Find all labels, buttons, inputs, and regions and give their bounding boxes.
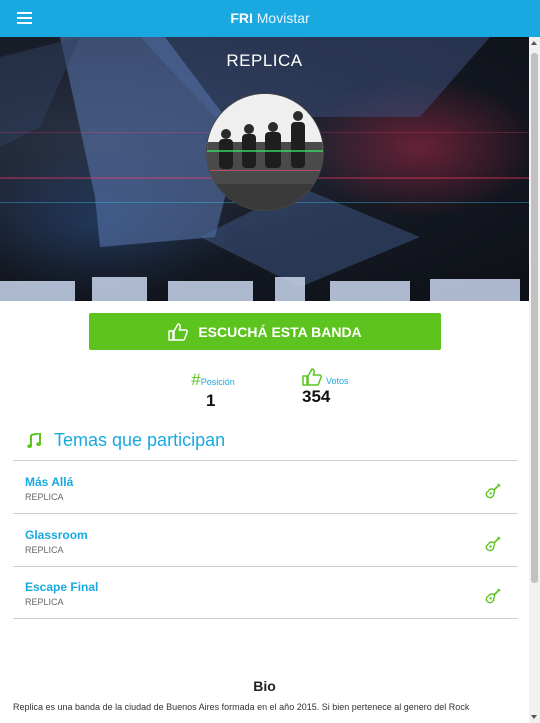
scroll-up-arrow-icon[interactable] xyxy=(531,41,537,45)
track-item[interactable]: Más Allá REPLICA xyxy=(13,462,518,514)
band-name: REPLICA xyxy=(226,51,303,70)
music-note-icon xyxy=(27,432,41,448)
band-hero-banner: REPLICA xyxy=(0,37,529,301)
track-name: Más Allá xyxy=(25,475,74,489)
top-bar: FRI Movistar xyxy=(0,0,540,37)
brand-thin: Movistar xyxy=(256,10,310,26)
scroll-down-arrow-icon[interactable] xyxy=(531,715,537,719)
guitar-icon[interactable] xyxy=(485,483,501,499)
votes-stat: Votos 354 xyxy=(302,368,358,407)
divider xyxy=(13,460,518,461)
brand-bold: FRI xyxy=(230,10,253,26)
position-stat: #Posición 1 xyxy=(186,370,240,411)
bio-text: Replica es una banda de la ciudad de Bue… xyxy=(13,702,470,712)
listen-band-button[interactable]: ESCUCHÁ ESTA BANDA xyxy=(89,313,441,350)
guitar-icon[interactable] xyxy=(485,536,501,552)
votes-label: Votos xyxy=(326,376,349,386)
guitar-icon[interactable] xyxy=(485,588,501,604)
divider xyxy=(13,618,518,619)
position-value: 1 xyxy=(206,391,216,410)
votes-value: 354 xyxy=(302,387,331,406)
brand-logo[interactable]: FRI Movistar xyxy=(0,10,540,26)
thumbs-up-icon xyxy=(302,368,322,386)
tracks-section-label: Temas que participan xyxy=(54,430,226,450)
track-artist: REPLICA xyxy=(25,597,64,607)
track-name: Glassroom xyxy=(25,528,88,542)
tracks-section-title: Temas que participan xyxy=(27,430,225,451)
track-item[interactable]: Glassroom REPLICA xyxy=(13,515,518,567)
scrollbar-thumb[interactable] xyxy=(531,53,538,583)
track-item[interactable]: Escape Final REPLICA xyxy=(13,567,518,619)
thumbs-up-icon xyxy=(168,322,189,341)
divider xyxy=(13,513,518,514)
track-artist: REPLICA xyxy=(25,492,64,502)
bio-title: Bio xyxy=(253,678,276,694)
listen-band-label: ESCUCHÁ ESTA BANDA xyxy=(198,323,362,340)
track-name: Escape Final xyxy=(25,580,99,594)
track-artist: REPLICA xyxy=(25,545,64,555)
position-label: Posición xyxy=(200,377,235,387)
hash-icon: # xyxy=(191,370,201,389)
band-avatar xyxy=(206,93,324,211)
page-scrollbar[interactable] xyxy=(529,37,540,723)
